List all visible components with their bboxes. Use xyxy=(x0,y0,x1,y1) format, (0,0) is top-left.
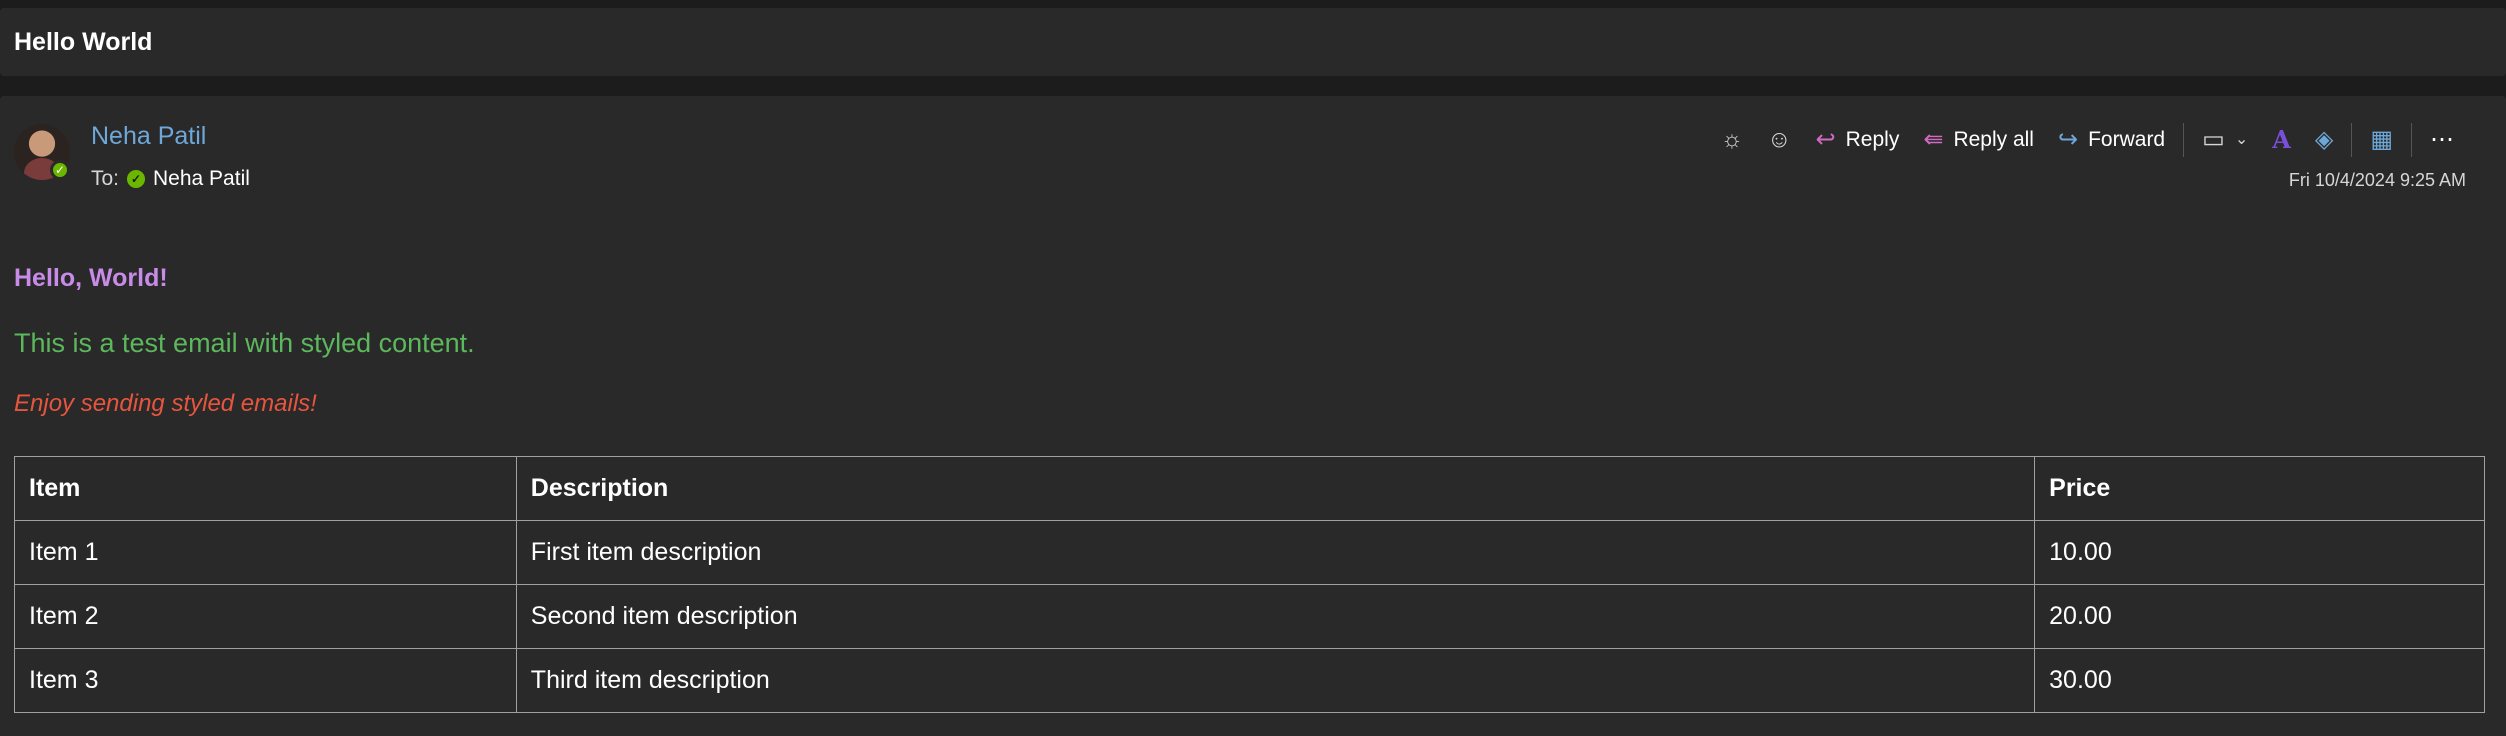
recipient-name[interactable]: Neha Patil xyxy=(153,167,250,191)
cell-price: 30.00 xyxy=(2034,648,2485,713)
loop-icon: ◈ xyxy=(2314,126,2334,153)
cell-item: Item 3 xyxy=(14,648,517,713)
reply-all-icon: ⇚ xyxy=(1923,126,1944,153)
header-item: Item xyxy=(14,456,517,521)
presence-available-icon: ✓ xyxy=(50,160,70,180)
table-header-row: Item Description Price xyxy=(14,456,2485,521)
editor-icon: A xyxy=(2272,125,2291,154)
message-toolbar: ☼ ☺ ↩ Reply ⇚ Reply all ↪ Forward ▭ ⌄ A … xyxy=(1709,118,2466,162)
reply-all-label: Reply all xyxy=(1953,128,2034,151)
cell-price: 20.00 xyxy=(2034,584,2485,649)
brightness-icon: ☼ xyxy=(1721,126,1743,153)
more-actions-button[interactable]: ⋯ xyxy=(2418,118,2466,162)
to-label: To: xyxy=(91,167,120,190)
loop-button[interactable]: ◈ xyxy=(2303,118,2345,162)
items-table: Item Description Price Item 1 First item… xyxy=(14,456,2485,713)
apps-icon: ▦ xyxy=(2370,126,2393,153)
reply-button[interactable]: ↩ Reply xyxy=(1804,118,1912,162)
apps-button[interactable]: ▦ xyxy=(2358,118,2405,162)
table-row: Item 3 Third item description 30.00 xyxy=(14,648,2485,713)
table-row: Item 2 Second item description 20.00 xyxy=(14,584,2485,649)
body-greeting: Hello, World! xyxy=(14,264,168,292)
chevron-down-icon: ⌄ xyxy=(2234,131,2249,148)
toolbar-divider xyxy=(2351,123,2353,157)
tag-icon: ▭ xyxy=(2202,126,2225,153)
toolbar-divider xyxy=(2183,123,2185,157)
brightness-button[interactable]: ☼ xyxy=(1709,118,1755,162)
emoji-icon: ☺ xyxy=(1767,126,1792,153)
email-subject: Hello World xyxy=(14,27,153,56)
subject-bar: Hello World xyxy=(0,8,2506,76)
sent-date: Fri 10/4/2024 9:25 AM xyxy=(2288,170,2466,190)
cell-description: Second item description xyxy=(515,584,2036,649)
cell-item: Item 1 xyxy=(14,520,517,585)
header-price: Price xyxy=(2034,456,2485,521)
forward-label: Forward xyxy=(2088,128,2166,151)
toolbar-divider xyxy=(2411,123,2412,157)
reply-icon: ↩ xyxy=(1815,126,1836,153)
forward-icon: ↪ xyxy=(2057,126,2079,153)
forward-button[interactable]: ↪ Forward xyxy=(2046,118,2177,162)
body-line-1: This is a test email with styled content… xyxy=(14,328,475,358)
to-line: To: ✓ Neha Patil xyxy=(91,167,250,191)
reply-label: Reply xyxy=(1845,128,1900,151)
more-icon: ⋯ xyxy=(2430,126,2454,153)
cell-description: Third item description xyxy=(515,648,2036,713)
editor-button[interactable]: A xyxy=(2260,118,2303,162)
emoji-button[interactable]: ☺ xyxy=(1755,118,1804,162)
cell-item: Item 2 xyxy=(14,584,517,649)
message-pane: ✓ Neha Patil To: ✓ Neha Patil ☼ ☺ ↩ Repl… xyxy=(0,96,2506,736)
cell-description: First item description xyxy=(515,520,2036,585)
reply-all-button[interactable]: ⇚ Reply all xyxy=(1911,118,2046,162)
sender-name[interactable]: Neha Patil xyxy=(91,122,206,151)
tag-button[interactable]: ▭ ⌄ xyxy=(2190,118,2260,162)
table-row: Item 1 First item description 10.00 xyxy=(14,520,2485,585)
cell-price: 10.00 xyxy=(2034,520,2485,585)
body-line-2: Enjoy sending styled emails! xyxy=(14,390,317,417)
recipient-presence-icon: ✓ xyxy=(127,170,146,188)
header-description: Description xyxy=(515,456,2036,521)
